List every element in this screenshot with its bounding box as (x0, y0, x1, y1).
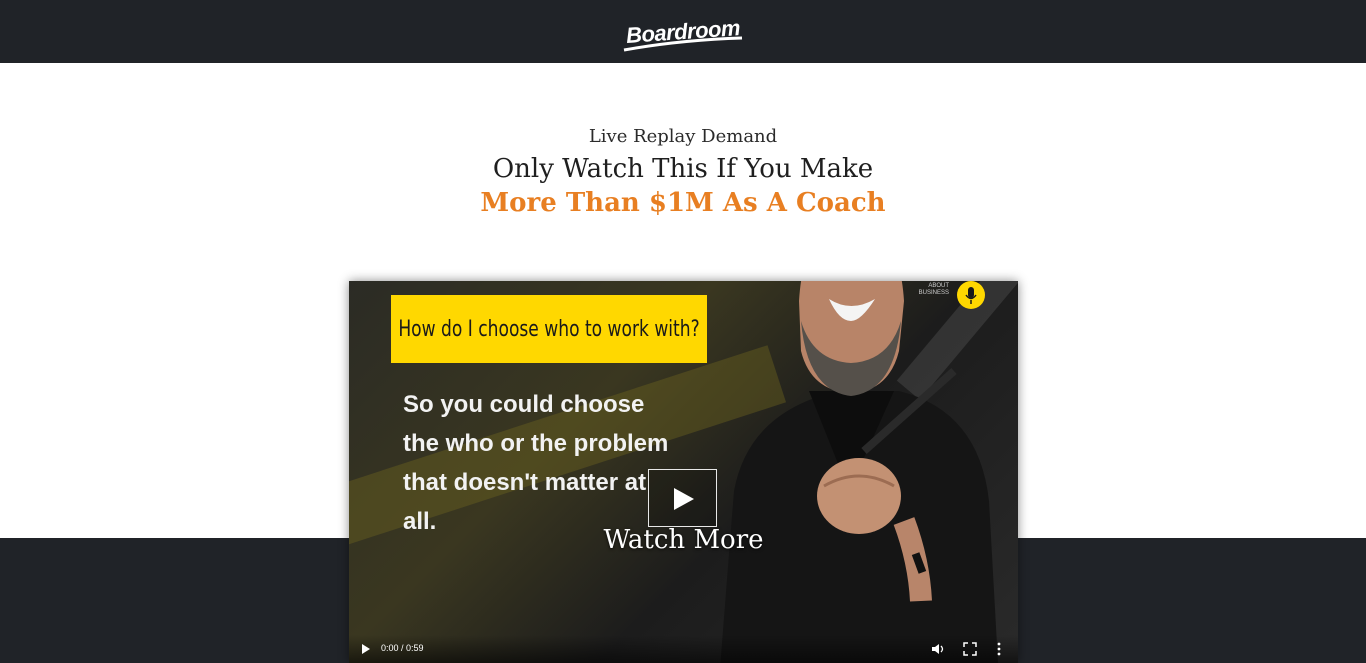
fullscreen-icon[interactable] (963, 642, 977, 656)
hero-kicker: Live Replay Demand (588, 126, 778, 147)
speaker-figure (720, 281, 998, 663)
boardroom-logo[interactable]: Boardroom (614, 0, 752, 63)
channel-badge: ABOUT BUSINESS (915, 281, 995, 315)
logo-swoosh-icon (623, 36, 743, 52)
play-icon (674, 488, 694, 510)
control-play-icon[interactable] (361, 643, 371, 655)
more-options-icon[interactable] (995, 642, 1003, 656)
play-button[interactable] (648, 469, 717, 527)
hero-title-line1: Only Watch This If You Make (492, 154, 874, 184)
video-controls: 0:00 / 0:59 (349, 635, 1018, 663)
hero-headline: Live Replay Demand Only Watch This If Yo… (0, 124, 1366, 220)
watch-more-label[interactable]: Watch More (349, 525, 1018, 555)
microphone-icon (957, 281, 985, 309)
top-bar: Boardroom (0, 0, 1366, 63)
volume-icon[interactable] (931, 642, 945, 656)
video-time: 0:00 / 0:59 (381, 643, 424, 653)
video-player[interactable]: How do I choose who to work with? So you… (349, 281, 1018, 663)
question-text: How do I choose who to work with? (398, 316, 700, 342)
caption-quote: So you could choose the who or the probl… (403, 391, 669, 535)
question-banner: How do I choose who to work with? (391, 295, 707, 363)
badge-label: ABOUT BUSINESS (918, 283, 949, 296)
hero-title-line2: More Than $1M As A Coach (480, 188, 886, 218)
